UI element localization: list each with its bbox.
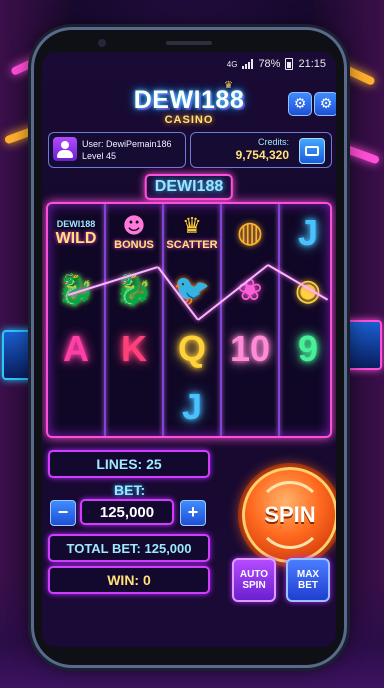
symbol-card: J xyxy=(280,204,330,262)
options-button[interactable]: ⚙ xyxy=(314,92,336,116)
card-letter: Q xyxy=(177,328,206,369)
bet-increase-button[interactable]: + xyxy=(180,500,206,526)
card-letter: 9 xyxy=(297,328,319,369)
symbol-wild: DEWI188 WILD xyxy=(48,204,104,262)
mask-icon: ☻ xyxy=(122,214,146,239)
bet-label: BET: xyxy=(114,482,146,498)
signal-icon xyxy=(242,59,254,69)
symbol-card: Q xyxy=(164,320,220,378)
bet-value-display: 125,000 xyxy=(80,499,174,525)
total-bet-display: TOTAL BET: 125,000 xyxy=(48,534,210,562)
user-panel: User: DewiPemain186 Level 45 xyxy=(48,132,186,168)
crown-icon: ♛ xyxy=(182,214,202,239)
dragon-icon: 🐉 xyxy=(115,273,153,308)
reel-column: ♛ SCATTER 🐦 Q J xyxy=(164,204,220,436)
wallet-button[interactable] xyxy=(299,138,325,164)
symbol-card: 9 xyxy=(280,320,330,378)
user-icon-body xyxy=(57,150,73,158)
reel-column: DEWI188WILD🐉A xyxy=(48,204,104,436)
lines-display[interactable]: LINES: 25 xyxy=(48,450,210,478)
symbol-scatter: ♛ SCATTER xyxy=(164,204,220,262)
card-letter: A xyxy=(63,328,89,369)
symbol-card: 10 xyxy=(222,320,278,378)
symbol-label: BONUS xyxy=(114,239,154,251)
reel-column: J ◉ 9 xyxy=(280,204,330,436)
game-logo: DEWI188 xyxy=(144,174,234,200)
phone-camera xyxy=(98,39,106,47)
gear-icon: ⚙ xyxy=(293,96,307,112)
coins-icon: ◉ xyxy=(294,273,322,308)
spin-button[interactable]: SPIN xyxy=(242,467,336,563)
card-letter: 10 xyxy=(229,328,271,369)
network-type: 4G xyxy=(226,59,238,69)
win-display: WIN: 0 xyxy=(48,566,210,594)
gear-icon: ⚙ xyxy=(319,96,333,112)
user-icon xyxy=(61,141,69,149)
total-bet: TOTAL BET: 125,000 xyxy=(66,540,192,556)
symbol-lantern: ◍ xyxy=(222,204,278,262)
avatar[interactable] xyxy=(53,137,77,161)
max-bet-label-1: MAX xyxy=(296,569,320,580)
app-header: ♛ DEWI188 CASINO ⚙ ⚙ xyxy=(42,78,336,130)
card-letter: K xyxy=(121,328,147,369)
auto-spin-label-2: SPIN xyxy=(242,580,266,591)
auto-spin-label-1: AUTO xyxy=(239,569,269,580)
slot-reels: DEWI188WILD🐉A☻BONUS🐉K♛SCATTER🐦QJ◍❀10J◉9 xyxy=(46,202,332,438)
battery-icon xyxy=(285,58,294,70)
symbol-card xyxy=(48,378,104,436)
symbol-label: SCATTER xyxy=(166,239,218,251)
card-letter: J xyxy=(181,386,203,427)
symbol-card xyxy=(280,378,330,436)
lines-label: LINES: 25 xyxy=(96,456,162,472)
refresh-icon xyxy=(256,481,324,549)
max-bet-label-2: BET xyxy=(297,580,318,591)
symbol-card xyxy=(106,378,162,436)
arcade-machine xyxy=(342,320,382,370)
symbol-card: J xyxy=(164,378,220,436)
phone-device: 4G 78% 21:15 ♛ DEWI188 CASINO ⚙ ⚙ User: … xyxy=(34,30,344,665)
credits-label: Credits: xyxy=(257,137,289,147)
symbol-card: A xyxy=(48,320,104,378)
credits-value: 9,754,320 xyxy=(235,148,289,162)
card-letter: J xyxy=(297,212,319,253)
clock: 21:15 xyxy=(298,58,326,70)
bet-value: 125,000 xyxy=(99,503,155,521)
phone-screen: 4G 78% 21:15 ♛ DEWI188 CASINO ⚙ ⚙ User: … xyxy=(42,52,336,647)
phoenix-icon: 🐦 xyxy=(173,273,211,308)
settings-button[interactable]: ⚙ xyxy=(288,92,312,116)
symbol-sublabel: DEWI188 xyxy=(56,219,96,229)
auto-spin-button[interactable]: AUTO SPIN xyxy=(232,558,276,602)
username: User: DewiPemain186 xyxy=(82,139,172,149)
lantern-icon: ◍ xyxy=(236,215,264,250)
reel-column: ◍ ❀ 10 xyxy=(222,204,278,436)
bet-decrease-button[interactable]: − xyxy=(50,500,76,526)
symbol-lotus: ❀ xyxy=(222,262,278,320)
battery-percent: 78% xyxy=(258,58,281,70)
symbol-bonus: ☻ BONUS xyxy=(106,204,162,262)
symbol-coins: ◉ xyxy=(280,262,330,320)
status-bar: 4G 78% 21:15 xyxy=(42,52,336,76)
phone-speaker xyxy=(166,41,212,45)
reel-column: ☻ BONUS 🐉 K xyxy=(106,204,162,436)
symbol-dragon: 🐉 xyxy=(106,262,162,320)
symbol-label: WILD xyxy=(55,230,97,247)
user-level: Level 45 xyxy=(82,151,117,161)
credits-panel: Credits: 9,754,320 xyxy=(190,132,332,168)
max-bet-button[interactable]: MAX BET xyxy=(286,558,330,602)
symbol-card xyxy=(222,378,278,436)
win-amount: WIN: 0 xyxy=(107,572,151,588)
symbol-card: K xyxy=(106,320,162,378)
